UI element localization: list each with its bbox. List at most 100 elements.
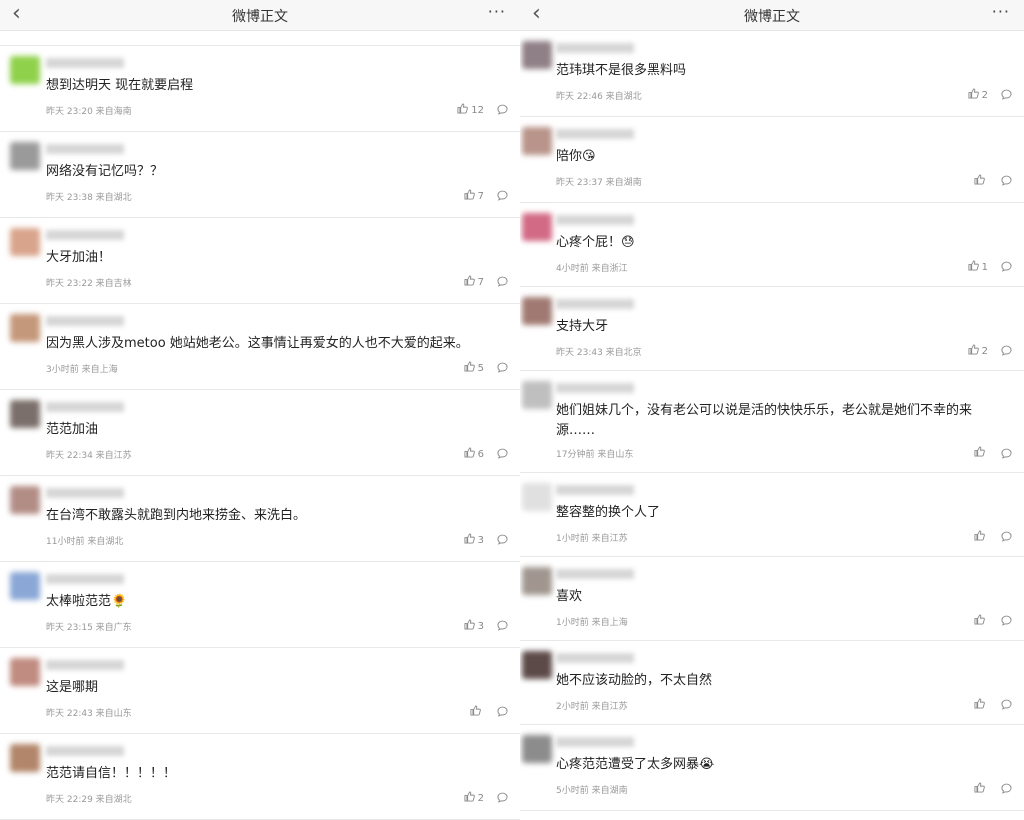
username-blurred[interactable]	[556, 383, 634, 393]
username-blurred[interactable]	[556, 129, 634, 139]
more-dots-icon[interactable]: ···	[992, 2, 1010, 21]
comment-text: 大牙加油！	[46, 250, 112, 265]
username-blurred[interactable]	[556, 737, 634, 747]
comment-bubble-icon[interactable]	[1001, 345, 1012, 356]
avatar[interactable]	[522, 735, 552, 763]
previous-comment-edge	[0, 31, 520, 46]
avatar[interactable]	[10, 314, 40, 342]
thumbs-up-icon	[470, 705, 481, 719]
comment-bubble-icon[interactable]	[497, 362, 508, 373]
comment-item[interactable]: 网络没有记忆吗？？ 昨天 23:38 来自湖北 7	[0, 132, 520, 218]
like-button[interactable]	[974, 698, 988, 712]
comment-item[interactable]: 大牙加油！ 昨天 23:22 来自吉林 7	[0, 218, 520, 304]
comment-item[interactable]: 范范请自信！！！！！ 昨天 22:29 来自湖北 2	[0, 734, 520, 820]
like-button[interactable]: 1	[968, 260, 988, 274]
username-blurred[interactable]	[46, 58, 124, 68]
avatar[interactable]	[522, 297, 552, 325]
comment-bubble-icon[interactable]	[497, 706, 508, 717]
username-blurred[interactable]	[46, 488, 124, 498]
like-button[interactable]: 7	[464, 189, 484, 203]
username-blurred[interactable]	[46, 402, 124, 412]
comment-item[interactable]: 心疼范范遭受了太多网暴😭 5小时前 来自湖南	[520, 725, 1024, 811]
like-button[interactable]: 2	[968, 344, 988, 358]
comment-bubble-icon[interactable]	[497, 104, 508, 115]
comment-bubble-icon[interactable]	[1001, 89, 1012, 100]
username-blurred[interactable]	[46, 574, 124, 584]
like-button[interactable]: 6	[464, 447, 484, 461]
username-blurred[interactable]	[556, 485, 634, 495]
comment-item[interactable]: 想到达明天 现在就要启程 昨天 23:20 来自海南 12	[0, 46, 520, 132]
comment-item[interactable]: 支持大牙 昨天 23:43 来自北京 2	[520, 287, 1024, 371]
username-blurred[interactable]	[556, 215, 634, 225]
comment-item[interactable]: 范范加油 昨天 22:34 来自江苏 6	[0, 390, 520, 476]
like-button[interactable]	[974, 530, 988, 544]
comment-item[interactable]: 陪你😘 昨天 23:37 来自湖南	[520, 117, 1024, 203]
avatar[interactable]	[522, 567, 552, 595]
like-button[interactable]: 2	[968, 88, 988, 102]
comment-bubble-icon[interactable]	[1001, 531, 1012, 542]
comment-bubble-icon[interactable]	[1001, 261, 1012, 272]
comment-bubble-icon[interactable]	[1001, 175, 1012, 186]
like-button[interactable]	[974, 174, 988, 188]
comment-bubble-icon[interactable]	[1001, 615, 1012, 626]
comment-bubble-icon[interactable]	[1001, 448, 1012, 459]
username-blurred[interactable]	[46, 660, 124, 670]
like-button[interactable]	[974, 446, 988, 460]
like-button[interactable]: 3	[464, 533, 484, 547]
like-button[interactable]	[974, 782, 988, 796]
username-blurred[interactable]	[556, 569, 634, 579]
username-blurred[interactable]	[46, 230, 124, 240]
avatar[interactable]	[10, 744, 40, 772]
avatar[interactable]	[10, 658, 40, 686]
comment-bubble-icon[interactable]	[497, 534, 508, 545]
like-button[interactable]	[470, 705, 484, 719]
avatar[interactable]	[522, 213, 552, 241]
like-button[interactable]: 7	[464, 275, 484, 289]
avatar[interactable]	[522, 381, 552, 409]
comment-item[interactable]: 太棒啦范范🌻 昨天 23:15 来自广东 3	[0, 562, 520, 648]
comment-bubble-icon[interactable]	[497, 620, 508, 631]
comment-text: 支持大牙	[556, 319, 609, 334]
avatar[interactable]	[522, 483, 552, 511]
comment-bubble-icon[interactable]	[497, 190, 508, 201]
like-count: 2	[981, 89, 988, 101]
more-dots-icon[interactable]: ···	[488, 2, 506, 21]
username-blurred[interactable]	[46, 144, 124, 154]
comment-item[interactable]: 整容整的换个人了 1小时前 来自江苏	[520, 473, 1024, 557]
comment-bubble-icon[interactable]	[497, 792, 508, 803]
avatar[interactable]	[522, 127, 552, 155]
username-blurred[interactable]	[556, 653, 634, 663]
avatar[interactable]	[522, 651, 552, 679]
like-button[interactable]: 2	[464, 791, 484, 805]
like-button[interactable]	[974, 614, 988, 628]
like-button[interactable]: 5	[464, 361, 484, 375]
comment-item[interactable]: 喜欢 1小时前 来自上海	[520, 557, 1024, 641]
comment-item[interactable]: 她们姐妹几个，没有老公可以说是活的快快乐乐，老公就是她们不幸的来源…… 17分钟前…	[520, 371, 1024, 473]
comment-item[interactable]: 心疼个屁！😓 4小时前 来自浙江 1	[520, 203, 1024, 287]
comment-item[interactable]: 范玮琪不是很多黑料吗 昨天 22:46 来自湖北 2	[520, 31, 1024, 117]
avatar[interactable]	[10, 572, 40, 600]
username-blurred[interactable]	[46, 746, 124, 756]
comment-bubble-icon[interactable]	[497, 448, 508, 459]
username-blurred[interactable]	[556, 43, 634, 53]
avatar[interactable]	[10, 400, 40, 428]
comment-item[interactable]: 这是哪期 昨天 22:43 来自山东	[0, 648, 520, 734]
comment-bubble-icon[interactable]	[1001, 699, 1012, 710]
username-blurred[interactable]	[46, 316, 124, 326]
avatar[interactable]	[10, 228, 40, 256]
comment-text: 范玮琪不是很多黑料吗	[556, 63, 687, 78]
avatar[interactable]	[522, 41, 552, 69]
avatar[interactable]	[10, 56, 40, 84]
comment-item[interactable]: 因为黑人涉及metoo 她站她老公。这事情让再爱女的人也不大爱的起来。 3小时前 …	[0, 304, 520, 390]
comment-bubble-icon[interactable]	[1001, 783, 1012, 794]
avatar[interactable]	[10, 486, 40, 514]
comment-item[interactable]: 在台湾不敢露头就跑到内地来捞金、来洗白。 11小时前 来自湖北 3	[0, 476, 520, 562]
comment-item[interactable]: 她不应该动脸的，不太自然 2小时前 来自江苏	[520, 641, 1024, 725]
username-blurred[interactable]	[556, 299, 634, 309]
like-button[interactable]: 3	[464, 619, 484, 633]
thumbs-up-icon	[464, 533, 475, 547]
avatar[interactable]	[10, 142, 40, 170]
comment-meta: 昨天 23:20 来自海南	[46, 107, 132, 117]
comment-bubble-icon[interactable]	[497, 276, 508, 287]
like-button[interactable]: 12	[457, 103, 484, 117]
